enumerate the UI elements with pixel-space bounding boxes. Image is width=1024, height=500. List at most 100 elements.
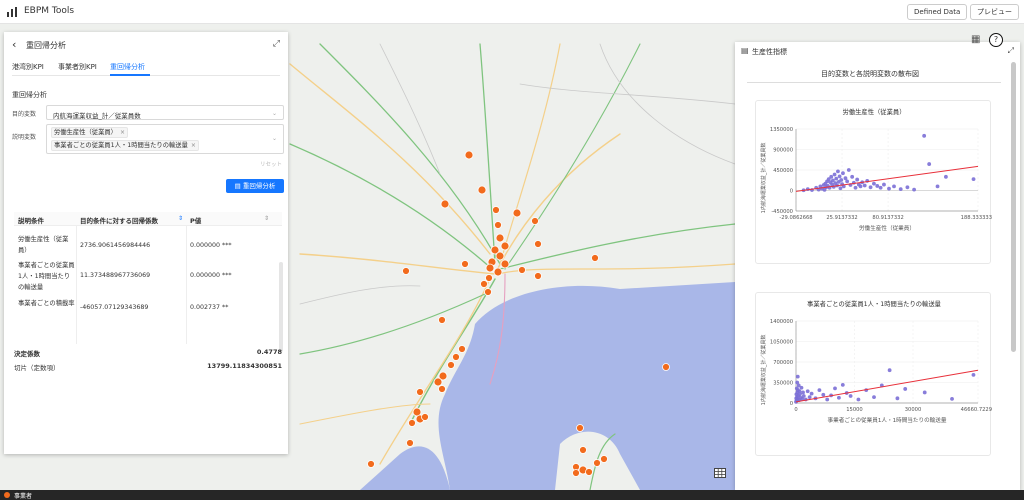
scatter-point xyxy=(821,392,826,397)
scatter-point xyxy=(839,178,844,182)
row-coef: -46057.07129343689 xyxy=(80,304,149,311)
x-tick-label: -29.0862668 xyxy=(779,215,812,221)
scatter-point xyxy=(872,395,876,400)
regression-panel: ‹ 重回帰分析 ⤢ 港湾別KPI 事業者別KPI 重回帰分析 重回帰分析 目的変… xyxy=(4,32,288,454)
y-axis-label: 1内航海運業収益_計／従業員数 xyxy=(760,143,767,214)
scatter-point xyxy=(950,397,954,401)
chevron-down-icon: ⌄ xyxy=(271,135,277,142)
row-name: 労働生産性（従業員） xyxy=(18,236,69,254)
scatter-point xyxy=(868,185,873,190)
scatter-point xyxy=(856,397,861,402)
y-tick-label: 450000 xyxy=(773,168,793,174)
defined-data-button[interactable]: Defined Data xyxy=(907,4,968,20)
sort-icon[interactable]: ⇕ xyxy=(178,215,183,222)
tab-operator-kpi[interactable]: 事業者別KPI xyxy=(58,62,97,72)
back-arrow-icon[interactable]: ‹ xyxy=(12,38,16,51)
collapse-icon[interactable]: ⤢ xyxy=(273,39,280,49)
scatter-point xyxy=(829,174,834,179)
scatter-point xyxy=(848,394,853,398)
explanatory-select[interactable]: 労働生産性（従業員） × 事業者ごとの従業員1人・1時間当たりの輸送量 × ⌄ xyxy=(46,124,284,154)
scatter-point xyxy=(875,184,880,188)
objective-label: 目的変数 xyxy=(12,111,37,118)
objective-value: 内航海運業収益_計／従業員数 xyxy=(53,112,141,120)
scatter-point xyxy=(922,133,927,138)
r2-value: 0.4778 xyxy=(256,348,282,356)
scatter-point xyxy=(872,181,876,186)
scatter-point xyxy=(795,374,800,379)
tab-port-kpi[interactable]: 港湾別KPI xyxy=(12,62,44,72)
scatter-point xyxy=(912,187,917,192)
intercept-value: 13799.11834300851 xyxy=(207,362,282,370)
objective-select[interactable]: 内航海運業収益_計／従業員数 ⌄ xyxy=(46,105,284,120)
y-tick-label: 350000 xyxy=(773,381,793,387)
bar-chart-logo-icon xyxy=(7,7,17,17)
y-tick-label: 0 xyxy=(790,401,793,407)
scatter-point xyxy=(887,368,892,373)
scatter-point xyxy=(837,174,842,179)
table-header: 説明条件 目的条件に対する回帰係数 ⇕ P値 ⇕ xyxy=(14,212,282,226)
y-tick-label: 700000 xyxy=(773,360,793,366)
x-tick-label: 46660.72292 xyxy=(961,407,992,413)
row-coef: 11.373488967736069 xyxy=(80,272,151,279)
scatter-point xyxy=(832,172,837,177)
y-axis-label: 1内航海運業収益_計／従業員数 xyxy=(760,335,767,406)
scatter-point xyxy=(858,184,863,189)
remove-tag-icon[interactable]: × xyxy=(120,129,125,136)
x-axis-label: 事業者ごとの従業員1人・1時間当たりの輸送量 xyxy=(828,416,947,424)
scatter-point xyxy=(846,168,851,172)
x-tick-label: 15000 xyxy=(846,407,863,413)
scatter-point xyxy=(837,395,841,400)
chart-icon: ▤ xyxy=(741,46,749,55)
panel-title: 生産性指標 xyxy=(752,48,787,56)
scatter-chart-2: 事業者ごとの従業員1人・1時間当たりの輸送量 1400000 1050000 700… xyxy=(755,292,992,456)
row-p: 0.000000 *** xyxy=(190,242,232,249)
chevron-down-icon: ⌄ xyxy=(271,110,277,117)
app-title: EBPM Tools xyxy=(24,6,75,16)
kpi-tabs: 港湾別KPI 事業者別KPI 重回帰分析 xyxy=(12,60,280,76)
explanatory-tag: 事業者ごとの従業員1人・1時間当たりの輸送量 × xyxy=(51,140,199,151)
grid-table-icon[interactable] xyxy=(714,468,726,478)
scatter-point xyxy=(944,174,948,179)
preview-button[interactable]: プレビュー xyxy=(970,4,1019,20)
column-header[interactable]: 目的条件に対する回帰係数 xyxy=(80,215,158,225)
y-tick-label: 1350000 xyxy=(770,127,793,133)
scatter-point xyxy=(971,177,976,182)
tab-regression[interactable]: 重回帰分析 xyxy=(110,62,145,72)
scatter-point xyxy=(935,184,940,189)
run-regression-button[interactable]: ▤ 重回帰分析 xyxy=(226,179,284,193)
panel-scrollbar[interactable] xyxy=(1011,62,1016,352)
column-header: 説明条件 xyxy=(18,217,44,225)
remove-tag-icon[interactable]: × xyxy=(191,142,196,149)
scatter-point xyxy=(805,389,810,394)
scatter-point xyxy=(809,391,814,396)
reset-link[interactable]: リセット xyxy=(260,160,282,168)
operator-marker-icon xyxy=(4,492,10,498)
scatter-chart-1: 労働生産性（従業員） 1350000 900000 450000 0 -450000 -2… xyxy=(755,100,992,264)
x-tick-label: 30000 xyxy=(905,407,922,413)
table-scrollbar[interactable] xyxy=(279,262,283,352)
scatter-point xyxy=(838,186,843,191)
scatter-point xyxy=(905,185,910,190)
bottom-bar: 事業者 xyxy=(0,490,1024,500)
explanatory-label: 説明変数 xyxy=(12,134,37,141)
help-icon[interactable]: ? xyxy=(989,33,1003,47)
x-axis-label: 労働生産性（従業員） xyxy=(859,224,915,232)
scatter-point xyxy=(801,394,806,398)
productivity-panel: ▤ 生産性指標 ⤢ 目的変数と各説明変数の散布図 労働生産性（従業員） 1350… xyxy=(735,42,1020,490)
r2-label: 決定係数 xyxy=(14,350,40,358)
row-name: 事業者ごとの従業員1人・1時間当たりの輸送量 xyxy=(18,262,75,291)
row-name: 事業者ごとの積載率 xyxy=(18,300,75,307)
expand-icon[interactable]: ⤢ xyxy=(1008,46,1014,56)
map-layers-icon[interactable]: ▦ xyxy=(971,34,980,45)
column-header[interactable]: P値 xyxy=(190,215,201,225)
sort-icon[interactable]: ⇕ xyxy=(264,215,269,222)
scatter-point xyxy=(895,396,900,401)
column-divider xyxy=(76,226,77,344)
scatter-point xyxy=(807,395,812,400)
y-tick-label: 900000 xyxy=(773,148,793,154)
y-tick-label: 1050000 xyxy=(770,340,793,346)
scatter-point xyxy=(799,385,804,390)
scatter-point xyxy=(801,390,805,395)
x-tick-label: 0 xyxy=(794,407,797,413)
scatter-point xyxy=(922,390,927,395)
